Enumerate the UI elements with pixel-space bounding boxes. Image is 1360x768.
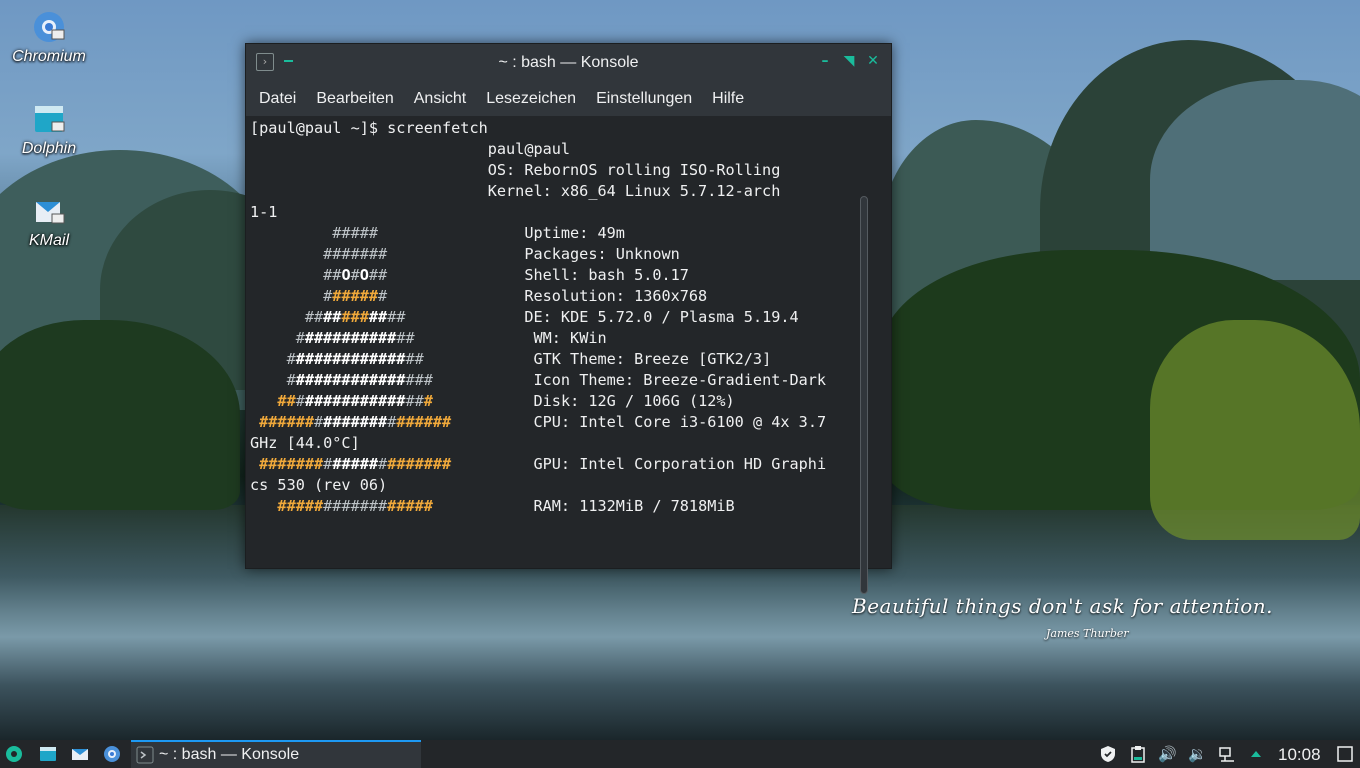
clipboard-icon[interactable] <box>1129 745 1147 763</box>
desktop-icon-label: KMail <box>28 232 69 249</box>
info-ram: RAM: 1132MiB / 7818MiB <box>533 497 735 515</box>
minimize-icon[interactable]: – <box>817 53 833 69</box>
terminal-area[interactable]: [paul@paul ~]$ screenfetch paul@paul OS:… <box>246 116 876 594</box>
info-user: paul@paul <box>487 140 571 158</box>
mail-icon <box>32 194 66 228</box>
security-shield-icon[interactable] <box>1099 745 1117 763</box>
info-packages: Packages: Unknown <box>524 245 680 263</box>
folder-icon <box>32 102 66 136</box>
info-wm: WM: KWin <box>533 329 607 347</box>
desktop-icon-label: Chromium <box>12 48 86 65</box>
info-icon-theme: Icon Theme: Breeze-Gradient-Dark <box>533 371 827 389</box>
menu-einstellungen[interactable]: Einstellungen <box>586 90 702 108</box>
show-desktop-icon[interactable] <box>1336 745 1354 763</box>
info-gpu-wrap: cs 530 (rev 06) <box>250 476 388 494</box>
info-disk: Disk: 12G / 106G (12%) <box>533 392 735 410</box>
menu-bar: Datei Bearbeiten Ansicht Lesezeichen Ein… <box>246 82 891 116</box>
volume-icon[interactable]: 🔊 <box>1158 745 1177 763</box>
prompt-line: [paul@paul ~]$ screenfetch <box>250 119 488 137</box>
info-cpu: CPU: Intel Core i3-6100 @ 4x 3.7 <box>533 413 827 431</box>
menu-lesezeichen[interactable]: Lesezeichen <box>476 90 586 108</box>
info-kernel-wrap: 1-1 <box>250 203 278 221</box>
maximize-icon[interactable]: ◥ <box>841 53 857 69</box>
taskbar: ~ : bash — Konsole 🔊 🔉 10:08 <box>0 740 1360 768</box>
menu-ansicht[interactable]: Ansicht <box>404 90 476 108</box>
dolphin-launcher-icon[interactable] <box>39 745 57 763</box>
info-gtk: GTK Theme: Breeze [GTK2/3] <box>533 350 772 368</box>
clock[interactable]: 10:08 <box>1278 745 1321 765</box>
task-konsole[interactable]: ~ : bash — Konsole <box>131 740 421 768</box>
task-label: ~ : bash — Konsole <box>159 746 300 763</box>
info-cpu-wrap: GHz [44.0°C] <box>250 434 360 452</box>
info-gpu: GPU: Intel Corporation HD Graphi <box>533 455 827 473</box>
show-hidden-icons-icon[interactable] <box>1247 745 1265 763</box>
title-bar[interactable]: › ~ : bash — Konsole – ◥ ✕ <box>246 44 891 82</box>
desktop-icon-kmail[interactable]: KMail <box>8 194 90 250</box>
chromium-launcher-icon[interactable] <box>103 745 121 763</box>
desktop-icon-label: Dolphin <box>21 140 77 157</box>
terminal-scrollbar[interactable] <box>860 196 868 594</box>
info-resolution: Resolution: 1360x768 <box>524 287 708 305</box>
info-de: DE: KDE 5.72.0 / Plasma 5.19.4 <box>524 308 799 326</box>
menu-datei[interactable]: Datei <box>249 90 306 108</box>
menu-bearbeiten[interactable]: Bearbeiten <box>306 90 403 108</box>
chromium-icon <box>32 10 66 44</box>
desktop-icon-dolphin[interactable]: Dolphin <box>8 102 90 158</box>
terminal-icon <box>136 746 154 764</box>
kmail-launcher-icon[interactable] <box>71 745 89 763</box>
close-icon[interactable]: ✕ <box>865 53 881 69</box>
info-kernel: Kernel: x86_64 Linux 5.7.12-arch <box>487 182 781 200</box>
desktop-icon-chromium[interactable]: Chromium <box>8 10 90 66</box>
window-title: ~ : bash — Konsole <box>498 54 639 71</box>
application-launcher-icon[interactable] <box>5 745 23 763</box>
audio-output-icon[interactable]: 🔉 <box>1188 745 1207 763</box>
menu-hilfe[interactable]: Hilfe <box>702 90 754 108</box>
wallpaper-quote-author: James Thurber <box>1046 627 1129 640</box>
info-shell: Shell: bash 5.0.17 <box>524 266 689 284</box>
info-uptime: Uptime: 49m <box>524 224 625 242</box>
info-os: OS: RebornOS rolling ISO-Rolling <box>487 161 781 179</box>
wallpaper-quote: Beautiful things don't ask for attention… <box>852 594 1273 618</box>
network-icon[interactable] <box>1218 745 1236 763</box>
konsole-window[interactable]: › ~ : bash — Konsole – ◥ ✕ Datei Bearbei… <box>245 43 892 594</box>
